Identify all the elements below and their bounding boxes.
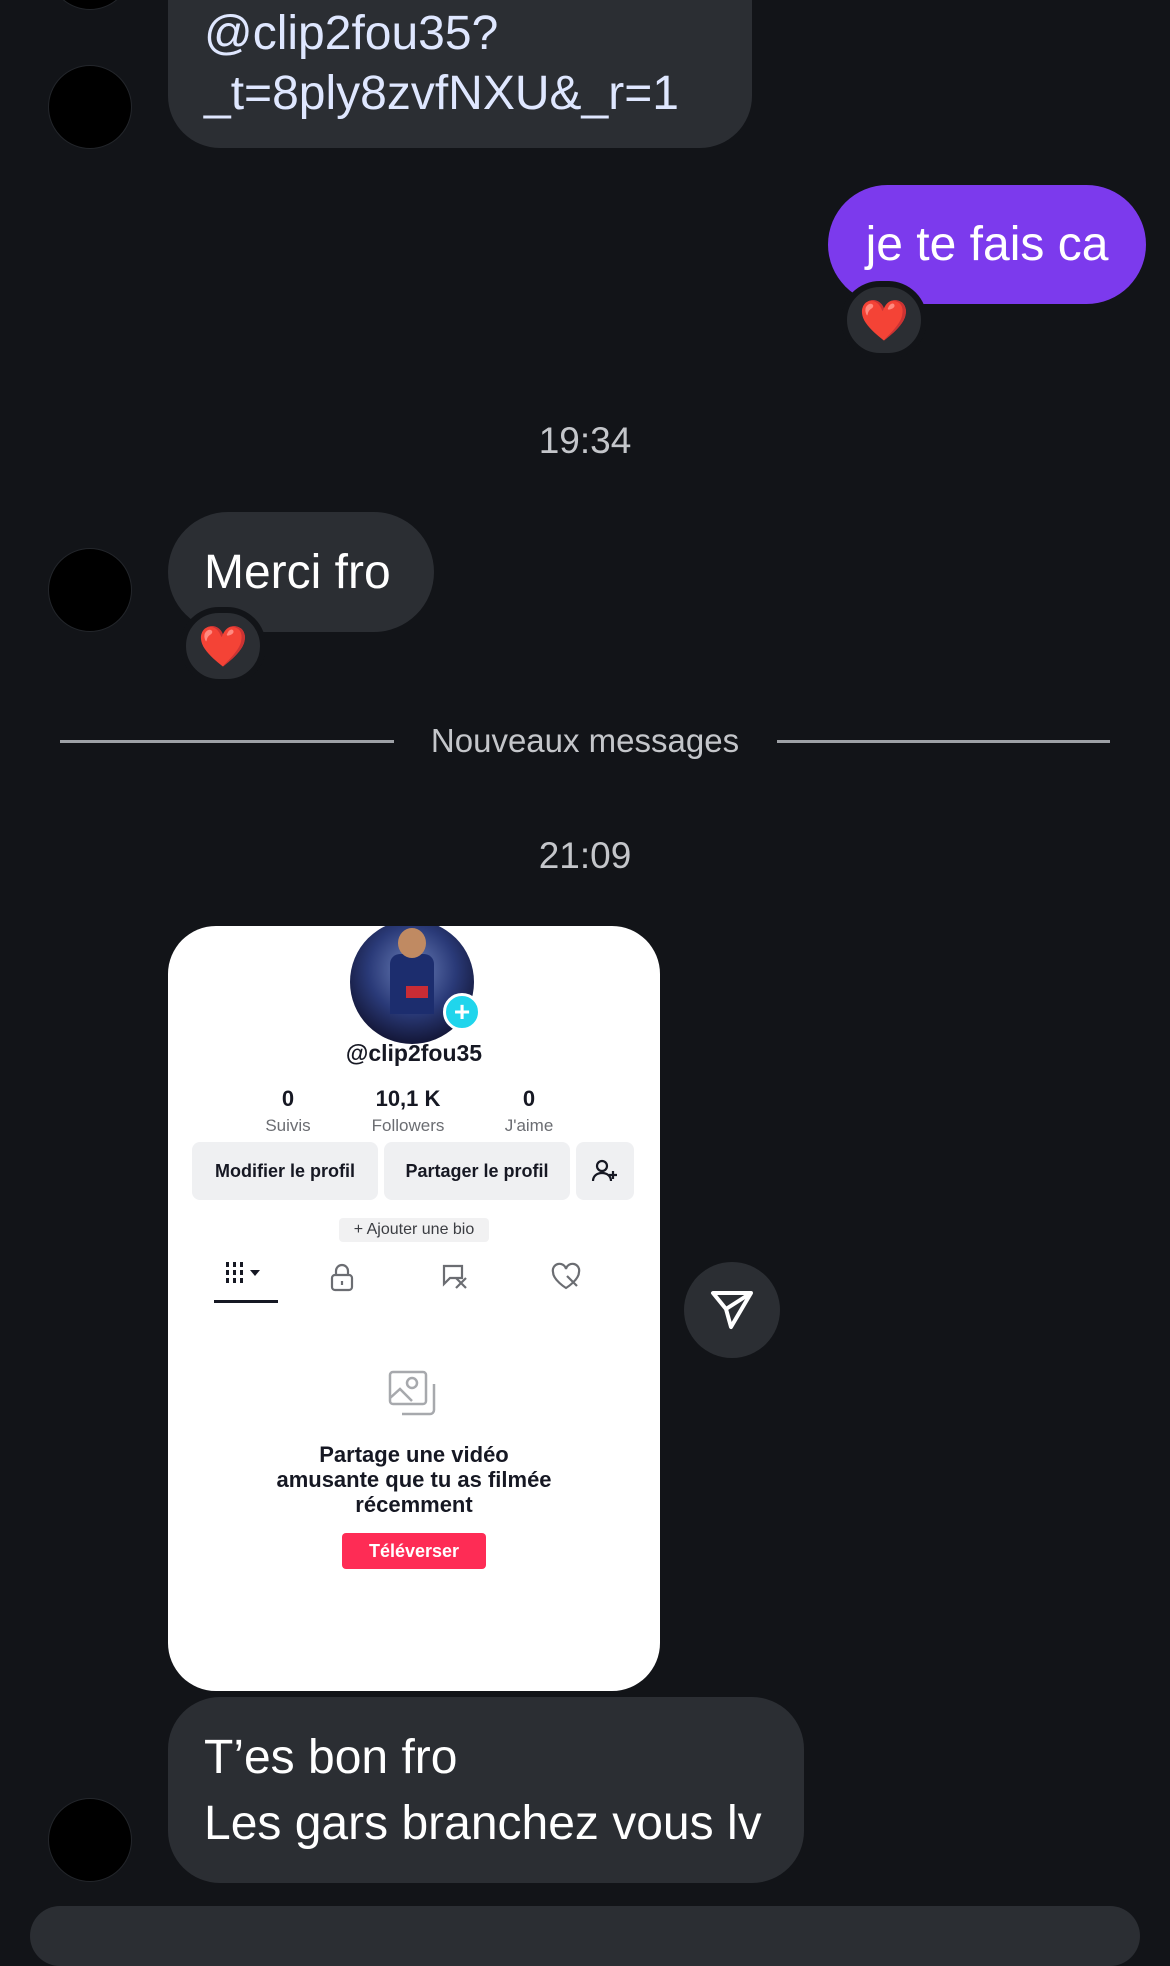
stat-followers[interactable]: 10,1 K Followers	[348, 1086, 468, 1136]
repost-icon	[442, 1264, 467, 1289]
grid-icon	[226, 1262, 260, 1283]
reaction-badge[interactable]: ❤️	[180, 607, 266, 685]
tab-liked[interactable]	[550, 1262, 582, 1297]
liked-icon	[551, 1262, 581, 1290]
divider-right	[777, 740, 1110, 743]
add-bio-link[interactable]: + Ajouter une bio	[339, 1218, 489, 1242]
lock-icon	[330, 1263, 354, 1292]
tab-private[interactable]	[328, 1262, 356, 1297]
reaction-badge[interactable]: ❤️	[841, 281, 927, 359]
link-message-text[interactable]: @clip2fou35?	[204, 4, 752, 64]
link-message-bubble[interactable]: @clip2fou35? _t=8ply8zvfNXU&_r=1	[168, 0, 752, 148]
message-bubble-partial[interactable]	[30, 1906, 1140, 1966]
link-message-text[interactable]: _t=8ply8zvfNXU&_r=1	[204, 64, 752, 124]
add-plus-icon[interactable]: +	[443, 993, 481, 1031]
heart-icon: ❤️	[198, 624, 248, 669]
sent-message-text: je te fais ca	[865, 218, 1109, 271]
tab-reposts[interactable]	[440, 1262, 470, 1297]
add-friend-button[interactable]	[576, 1142, 634, 1200]
stat-following[interactable]: 0 Suivis	[228, 1086, 348, 1136]
shared-profile-card[interactable]: + @clip2fou35 0 Suivis 10,1 K Followers …	[168, 926, 660, 1691]
timestamp: 19:34	[538, 420, 632, 461]
photo-placeholder-icon	[388, 1370, 436, 1416]
empty-state-text: Partage une vidéo amusante que tu as fil…	[276, 1442, 552, 1517]
avatar[interactable]	[48, 65, 132, 149]
share-profile-button[interactable]: Partager le profil	[384, 1142, 570, 1200]
profile-handle: @clip2fou35	[345, 1040, 483, 1066]
received-message-text: Merci fro	[204, 545, 391, 599]
timestamp: 21:09	[538, 835, 632, 876]
edit-profile-button[interactable]: Modifier le profil	[192, 1142, 378, 1200]
add-user-icon	[591, 1159, 617, 1182]
avatar[interactable]	[48, 1798, 132, 1882]
send-icon	[711, 1291, 753, 1329]
stat-likes[interactable]: 0 J'aime	[469, 1086, 589, 1136]
received-message-text: Les gars branchez vous lv	[204, 1797, 762, 1850]
share-button[interactable]	[684, 1262, 780, 1358]
avatar[interactable]	[48, 0, 132, 10]
received-message-bubble[interactable]: T’es bon fro Les gars branchez vous lv	[168, 1697, 804, 1883]
heart-icon: ❤️	[859, 298, 909, 343]
upload-button[interactable]: Téléverser	[342, 1533, 486, 1569]
tab-videos[interactable]	[214, 1260, 278, 1303]
received-message-text: T’es bon fro	[204, 1731, 458, 1784]
avatar[interactable]	[48, 548, 132, 632]
